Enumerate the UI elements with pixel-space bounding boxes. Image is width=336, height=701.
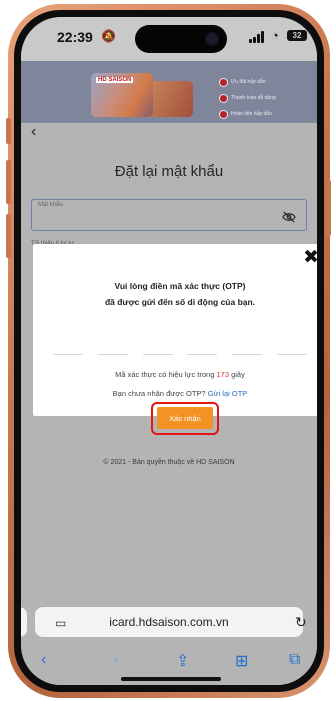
dynamic-island [135,25,227,53]
status-time: 22:39 [57,29,93,45]
banner-bullet-1: Ưu đãi hấp dẫn [219,78,266,87]
promo-banner: HD SAISON Ưu đãi hấp dẫn Thanh toán dễ d… [21,61,317,123]
password-field[interactable]: Mật khẩu [31,199,307,231]
otp-modal: ✖ Vui lòng điền mã xác thực (OTP) đã đượ… [33,244,317,435]
banner-card-image: HD SAISON [91,73,153,117]
otp-digit-input[interactable] [187,354,218,355]
otp-digit-input[interactable] [232,354,263,355]
status-bar: 22:39 🔕 ◔ 32 [21,17,317,61]
page-title: Đặt lại mật khẩu [114,163,224,180]
wifi-icon: ◔ [271,28,279,43]
banner-bullet-3: Hoàn tiền hấp dẫn [219,110,272,119]
tabs-icon[interactable]: ⧉ [289,651,300,669]
battery-icon: 32 [287,30,307,41]
otp-digit-input[interactable] [276,354,307,355]
resend-line: Bạn chưa nhận được OTP? Gửi lại OTP [33,389,317,398]
signal-icon [249,31,267,43]
otp-digit-input[interactable] [97,354,128,355]
reload-icon[interactable]: ↻ [295,614,307,631]
home-indicator [121,677,221,681]
otp-instruction-line2: đã được gửi đến số di động của bạn. [104,297,256,307]
otp-digit-input[interactable] [142,354,173,355]
otp-validity-text: Mã xác thực có hiệu lực trong 173 giây [33,370,317,379]
close-icon[interactable]: ✖ [303,246,317,269]
validity-prefix: Mã xác thực có hiệu lực trong [115,370,215,379]
browser-nav-row: ‹ › ⇪ ⊞ ⧉ [21,651,317,675]
copyright-text: © 2021 - Bản quyền thuộc về HD SAISON [103,459,235,466]
bookmarks-icon[interactable]: ⊞ [235,651,248,671]
forward-icon[interactable]: › [113,651,118,669]
password-label: Mật khẩu [38,202,63,208]
confirm-button[interactable]: Xác nhận [157,407,213,429]
screen: 22:39 🔕 ◔ 32 HD SAISON Ưu đãi hấp dẫn Th… [21,17,317,685]
otp-input-row[interactable] [53,354,307,356]
share-icon[interactable]: ⇪ [176,651,189,671]
validity-suffix: giây [231,370,245,379]
camera-icon [205,32,219,46]
volume-down-button [6,214,11,258]
power-button [326,180,331,236]
browser-toolbar: ▭ icard.hdsaison.com.vn ↻ ‹ › ⇪ ⊞ ⧉ [21,597,317,685]
otp-digit-input[interactable] [53,354,83,355]
back-chevron-icon[interactable]: ‹ [31,123,36,141]
url-text[interactable]: icard.hdsaison.com.vn [21,615,317,629]
countdown-seconds: 173 [216,370,229,379]
eye-off-icon[interactable] [282,210,296,224]
otp-instruction-line1: Vui lòng điền mã xác thực (OTP) [114,281,246,291]
resend-otp-link[interactable]: Gửi lại OTP [208,389,248,398]
resend-prefix: Bạn chưa nhận được OTP? [112,389,206,398]
action-button [6,118,11,144]
card-logo: HD SAISON [96,77,134,83]
bell-slash-icon: 🔕 [101,29,116,43]
banner-bullet-2: Thanh toán dễ dàng [219,94,276,103]
back-icon[interactable]: ‹ [41,651,46,669]
volume-up-button [6,160,11,204]
